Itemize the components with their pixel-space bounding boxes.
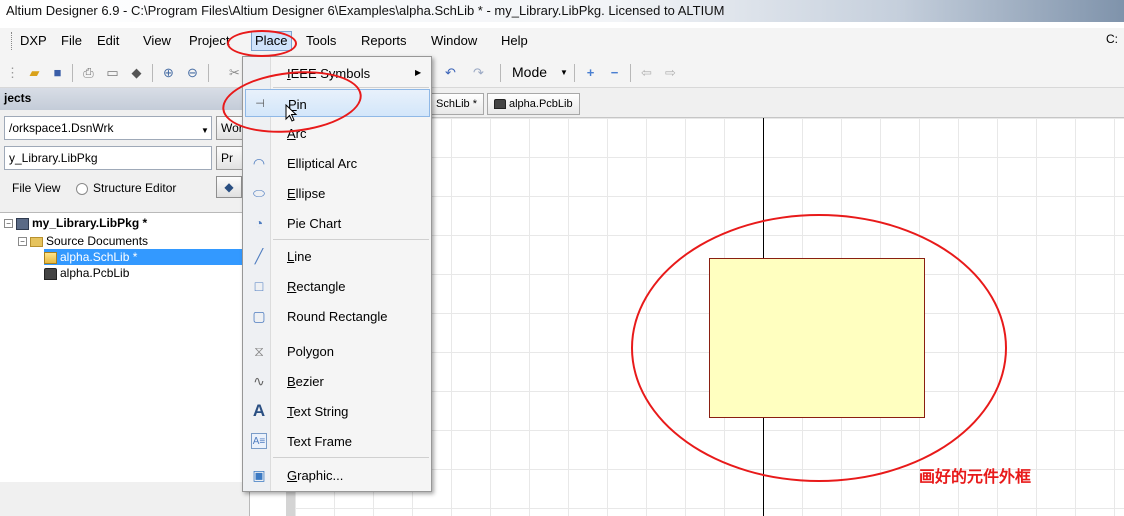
menu-help[interactable]: Help: [501, 33, 528, 48]
menu-view[interactable]: View: [143, 33, 171, 48]
view-mode-row: File View Structure Editor: [0, 178, 250, 200]
back-arrow-icon[interactable]: ⇦: [638, 64, 655, 81]
line-icon: ╱: [254, 248, 264, 264]
menu-item-elliptical-arc[interactable]: ◠ Elliptical Arc: [245, 149, 430, 177]
zoom-out-icon[interactable]: ⊖: [184, 64, 201, 81]
folder-icon: [30, 236, 43, 247]
mode-dropdown[interactable]: Mode: [512, 64, 547, 80]
save-icon[interactable]: ■: [49, 64, 66, 81]
menu-window[interactable]: Window: [431, 33, 477, 48]
print-preview-icon[interactable]: ▭: [104, 64, 121, 81]
menu-separator: [273, 239, 429, 240]
projects-panel-header: jects: [0, 88, 250, 110]
remove-icon[interactable]: −: [606, 64, 623, 81]
menu-bar: DXP File Edit View Project Place Tools R…: [0, 28, 1124, 56]
collapse-icon[interactable]: −: [18, 237, 27, 247]
menu-item-polygon[interactable]: ⧖ Polygon: [245, 337, 430, 365]
tab-pcblib[interactable]: alpha.PcbLib: [487, 93, 580, 115]
menu-reports[interactable]: Reports: [361, 33, 407, 48]
project-tree: − my_Library.LibPkg * − Source Documents a…: [0, 212, 250, 482]
menu-tools[interactable]: Tools: [306, 33, 336, 48]
text-string-icon: A: [252, 401, 266, 420]
menu-item-bezier[interactable]: ∿ Bezier: [245, 367, 430, 395]
polygon-icon: ⧖: [254, 343, 264, 359]
structure-editor-label[interactable]: Structure Editor: [93, 181, 176, 195]
menu-item-ellipse[interactable]: ⬭ Ellipse: [245, 179, 430, 207]
tree-item-schlib[interactable]: alpha.SchLib *: [44, 249, 250, 265]
toolbar-separator: [574, 64, 575, 82]
add-icon[interactable]: +: [582, 64, 599, 81]
redo-icon[interactable]: ↷: [470, 64, 487, 81]
menubar-path-fragment: C:: [1106, 32, 1118, 46]
toolbar-separator: [152, 64, 153, 82]
workspace-combo[interactable]: /orkspace1.DsnWrk: [4, 116, 212, 140]
annotation-text: 画好的元件外框: [919, 467, 1032, 486]
projects-panel: jects /orkspace1.DsnWrk ▼ Wor y_Library.…: [0, 88, 256, 516]
mode-caret-icon[interactable]: ▼: [560, 68, 568, 77]
graphic-icon: ▣: [252, 467, 266, 483]
file-view-label[interactable]: File View: [12, 181, 60, 195]
menu-item-pie-chart[interactable]: ◔ Pie Chart: [245, 209, 430, 237]
toolbar-separator: [72, 64, 73, 82]
menu-item-text-string[interactable]: A Text String: [245, 397, 430, 425]
cut-icon[interactable]: ✂: [226, 64, 243, 81]
pcblib-icon: [44, 267, 57, 280]
structure-editor-radio[interactable]: [76, 183, 88, 195]
tree-item-pcblib[interactable]: alpha.PcbLib: [44, 265, 129, 281]
menu-item-round-rectangle[interactable]: ▢ Round Rectangle: [245, 302, 430, 330]
collapse-icon[interactable]: −: [4, 219, 13, 229]
pcblib-icon: [494, 99, 506, 110]
round-rectangle-icon: ▢: [252, 308, 266, 324]
window-title: Altium Designer 6.9 - C:\Program Files\A…: [0, 0, 1124, 22]
forward-arrow-icon[interactable]: ⇨: [662, 64, 679, 81]
lib-package-icon: [16, 217, 29, 230]
menubar-grip[interactable]: [11, 32, 14, 50]
mouse-cursor-icon: [285, 104, 298, 122]
menu-dxp[interactable]: DXP: [20, 33, 47, 48]
menu-item-line[interactable]: ╱ Line: [245, 242, 430, 270]
ellipse-icon: ⬭: [253, 185, 265, 201]
menu-item-text-frame[interactable]: A≡ Text Frame: [245, 427, 430, 455]
submenu-arrow-icon: ▶: [415, 68, 422, 77]
schlib-icon: [44, 251, 57, 264]
zoom-in-icon[interactable]: ⊕: [160, 64, 177, 81]
annotation-ellipse: [631, 214, 1007, 482]
annotation-oval-place-menu: [227, 30, 297, 57]
elliptical-arc-icon: ◠: [252, 155, 266, 171]
menu-separator: [273, 457, 429, 458]
bezier-icon: ∿: [253, 373, 265, 389]
toolbar-separator: [630, 64, 631, 82]
main-toolbar: ⋮ ▰ ■ ⎙ ▭ ◆ ⊕ ⊖ ✂ ↶ ↷ Mode ▼ + − ⇦ ⇨: [0, 56, 1124, 88]
print-icon[interactable]: ⎙: [80, 64, 97, 81]
tab-schlib[interactable]: SchLib *: [429, 93, 484, 115]
menu-project[interactable]: Project: [189, 33, 229, 48]
undo-icon[interactable]: ↶: [442, 64, 459, 81]
menu-edit[interactable]: Edit: [97, 33, 119, 48]
pie-chart-icon: ◔: [254, 215, 264, 231]
workspace-caret-icon[interactable]: ▼: [201, 126, 209, 135]
menu-item-graphic[interactable]: ▣ Graphic...: [245, 461, 430, 489]
tree-project-node[interactable]: − my_Library.LibPkg *: [4, 215, 147, 231]
toolbar-grip-icon: ⋮: [6, 65, 19, 80]
tree-folder-node[interactable]: − Source Documents: [18, 233, 148, 249]
menu-item-rectangle[interactable]: □ Rectangle: [245, 272, 430, 300]
project-options-button[interactable]: ◆: [216, 176, 242, 198]
project-field[interactable]: y_Library.LibPkg: [4, 146, 212, 170]
toolbar-separator: [208, 64, 209, 82]
rectangle-icon: □: [254, 278, 264, 294]
open-folder-icon[interactable]: ▰: [26, 64, 43, 81]
toolbar-separator: [500, 64, 501, 82]
component-icon[interactable]: ◆: [128, 64, 145, 81]
menu-file[interactable]: File: [61, 33, 82, 48]
text-frame-icon: A≡: [251, 433, 267, 449]
